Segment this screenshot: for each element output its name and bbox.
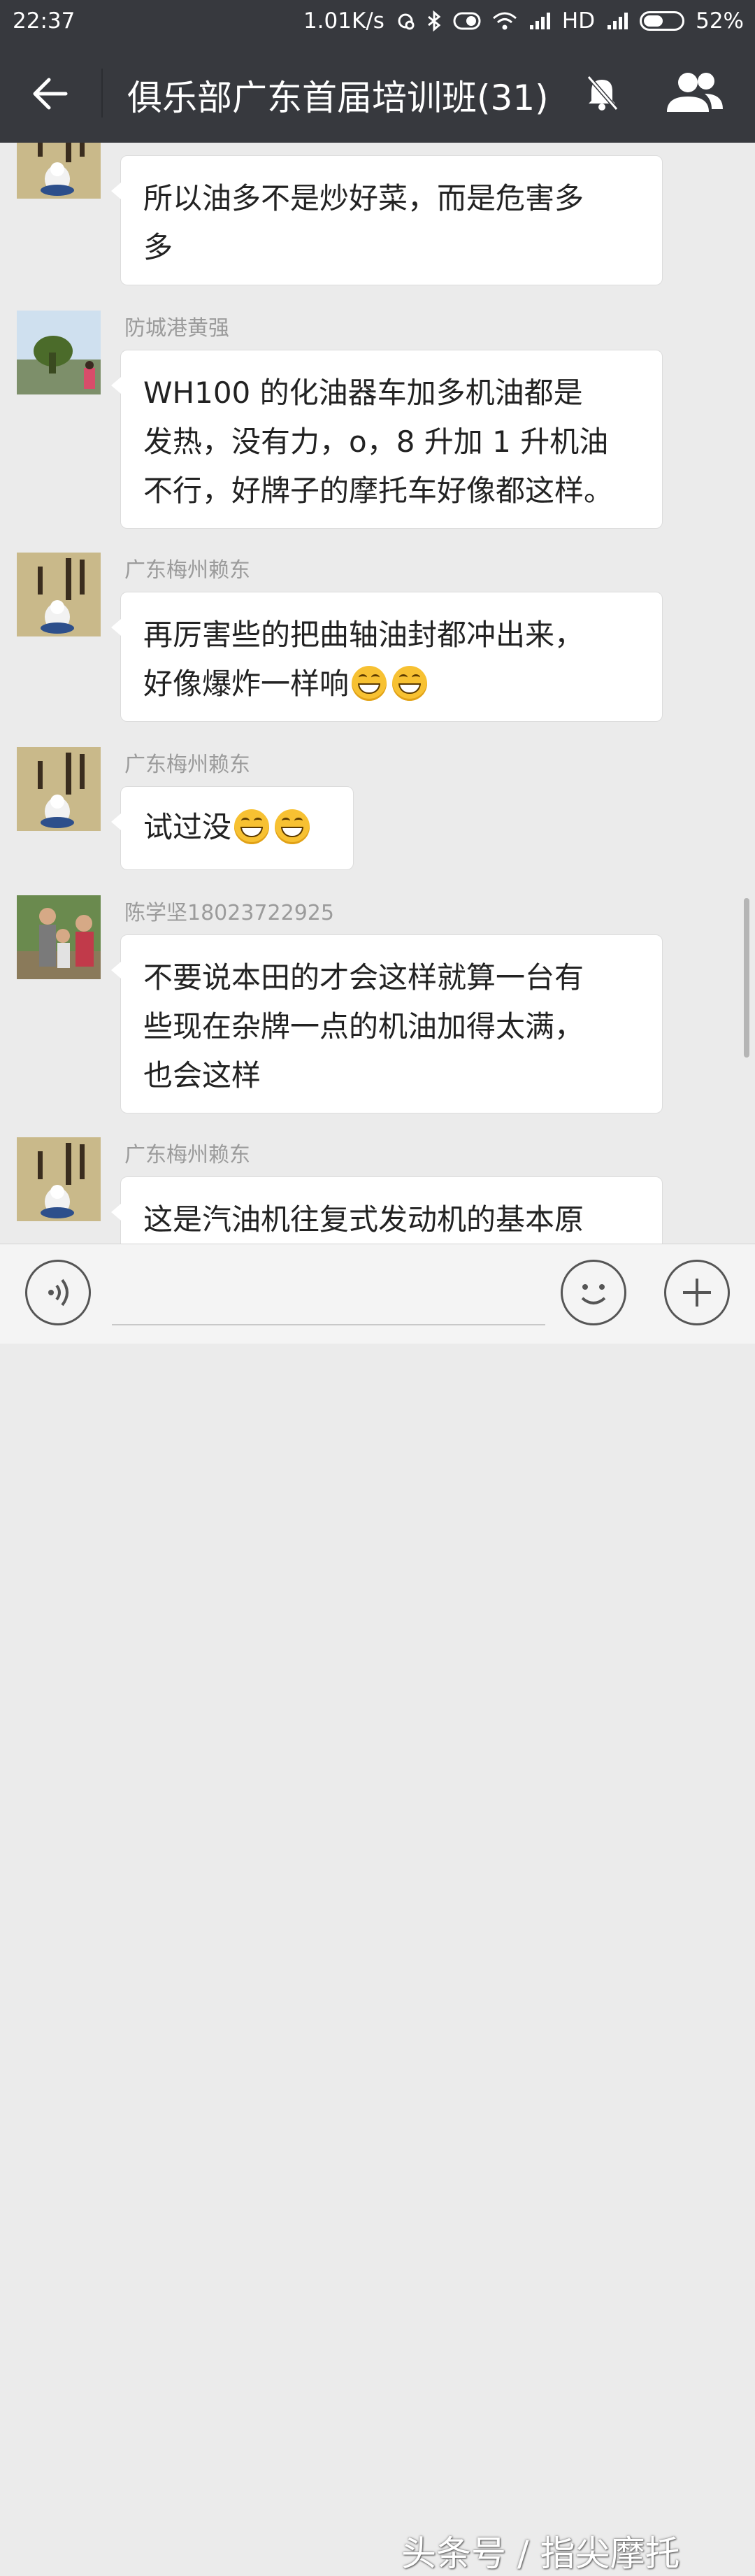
- message-line: 试过没: [143, 805, 331, 850]
- avatar[interactable]: [17, 311, 101, 394]
- sender-name: 广东梅州赖东: [124, 558, 250, 583]
- sender-name: 广东梅州赖东: [124, 753, 250, 777]
- watermark-text: 头条号 / 指尖摩托: [401, 2533, 680, 2574]
- signal-icon-2: [606, 11, 628, 31]
- battery-icon: [640, 11, 685, 31]
- wifi-icon: [492, 11, 517, 31]
- avatar[interactable]: [17, 143, 101, 199]
- avatar[interactable]: [17, 747, 101, 831]
- message-input[interactable]: [112, 1265, 545, 1325]
- status-time: 22:37: [13, 8, 76, 34]
- message-line: 不行，好牌子的摩托车好像都这样。: [143, 474, 614, 508]
- message-bubble[interactable]: 所以油多不是炒好菜，而是危害多 多: [111, 155, 663, 285]
- message-line: 发热，没有力，o，8 升加 1 升机油: [143, 425, 609, 459]
- message-line: 多: [143, 230, 173, 264]
- hd-label: HD: [561, 8, 596, 34]
- grinning-emoji-icon: [392, 665, 428, 701]
- bluetooth-icon: [426, 10, 442, 31]
- voice-input-button[interactable]: [25, 1260, 91, 1325]
- network-speed: 1.01K/s: [303, 8, 384, 34]
- message-bubble[interactable]: 再厉害些的把曲轴油封都冲出来， 好像爆炸一样响: [111, 592, 663, 722]
- scrollbar[interactable]: [744, 898, 749, 1058]
- message-text: 试过没: [143, 810, 232, 844]
- message-line: 所以油多不是炒好菜，而是危害多: [143, 181, 584, 215]
- avatar[interactable]: [17, 895, 101, 979]
- status-bar: 22:37 1.01K/s HD 52%: [0, 0, 755, 43]
- message-line: 再厉害些的把曲轴油封都冲出来，: [143, 618, 584, 652]
- grinning-emoji-icon: [275, 809, 310, 844]
- muted-bell-icon: [584, 73, 619, 112]
- emoji-button[interactable]: [561, 1260, 626, 1325]
- sender-name: 陈学坚18023722925: [124, 901, 334, 925]
- grinning-emoji-icon: [352, 665, 387, 701]
- chat-header: 俱乐部广东首届培训班(31): [0, 43, 755, 143]
- battery-fill: [644, 15, 663, 27]
- message-line: 这是汽油机往复式发动机的基本原: [143, 1202, 584, 1237]
- message-line: 不要说本田的才会这样就算一台有: [143, 960, 584, 995]
- input-bar: 头条号 / 指尖摩托: [0, 1244, 755, 2574]
- message-bubble[interactable]: 这是汽油机往复式发动机的基本原: [111, 1176, 663, 1244]
- more-options-button[interactable]: [664, 1260, 730, 1325]
- sync-icon: [396, 11, 415, 31]
- avatar[interactable]: [17, 1137, 101, 1221]
- back-arrow-icon[interactable]: [29, 73, 71, 115]
- chat-title: 俱乐部广东首届培训班(31): [127, 78, 549, 118]
- message-line: 些现在杂牌一点的机油加得太满，: [143, 1009, 584, 1044]
- message-line: 也会这样: [143, 1058, 261, 1093]
- grinning-emoji-icon: [234, 809, 270, 844]
- group-members-icon[interactable]: [664, 69, 726, 118]
- toggle-icon: [453, 12, 481, 30]
- message-bubble[interactable]: 不要说本田的才会这样就算一台有 些现在杂牌一点的机油加得太满， 也会这样: [111, 934, 663, 1113]
- sender-name: 广东梅州赖东: [124, 1143, 250, 1167]
- sender-name: 防城港黄强: [124, 316, 229, 341]
- header-divider: [101, 69, 103, 118]
- avatar[interactable]: [17, 553, 101, 636]
- message-text: 好像爆炸一样响: [143, 667, 350, 701]
- message-list[interactable]: 所以油多不是炒好菜，而是危害多 多 防城港黄强 WH100 的化油器车加多机油都…: [0, 143, 755, 1244]
- message-bubble[interactable]: 试过没: [111, 786, 354, 870]
- signal-icon: [528, 11, 551, 31]
- message-line: WH100 的化油器车加多机油都是: [143, 376, 583, 410]
- message-bubble[interactable]: WH100 的化油器车加多机油都是 发热，没有力，o，8 升加 1 升机油 不行…: [111, 350, 663, 529]
- battery-percent: 52%: [696, 8, 744, 34]
- message-line: 好像爆炸一样响: [143, 660, 640, 709]
